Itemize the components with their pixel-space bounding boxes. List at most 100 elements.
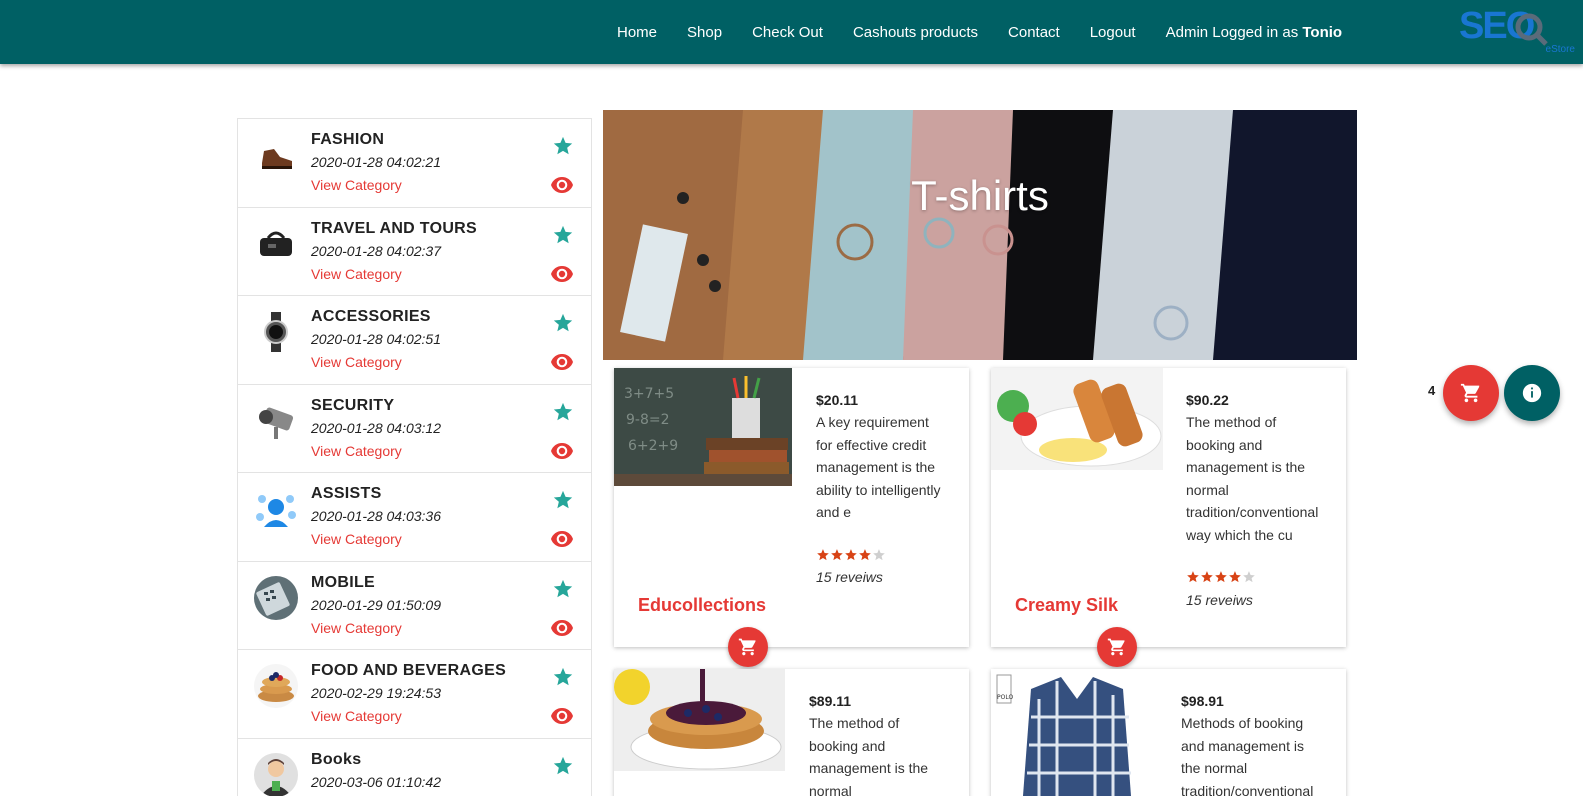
favorite-button[interactable] bbox=[552, 401, 574, 423]
view-category-link[interactable]: View Category bbox=[311, 266, 402, 282]
nav-cashouts[interactable]: Cashouts products bbox=[853, 24, 978, 41]
svg-text:6+2+9: 6+2+9 bbox=[628, 438, 678, 454]
nav-admin[interactable]: Admin Logged in as Tonio bbox=[1166, 24, 1342, 41]
category-item[interactable]: TRAVEL AND TOURS 2020-01-28 04:02:37 View … bbox=[238, 208, 591, 296]
category-date: 2020-01-28 04:03:36 bbox=[311, 508, 441, 524]
view-button[interactable] bbox=[550, 265, 574, 282]
view-category-link[interactable]: View Category bbox=[311, 531, 402, 547]
category-item[interactable]: ASSISTS 2020-01-28 04:03:36 View Category bbox=[238, 473, 591, 562]
svg-text:POLO: POLO bbox=[997, 694, 1013, 701]
category-name: FASHION bbox=[311, 131, 385, 148]
product-name[interactable]: Creamy Silk bbox=[1015, 595, 1118, 616]
product-card[interactable]: $90.22 The method of booking and managemen… bbox=[991, 368, 1346, 667]
view-button[interactable] bbox=[550, 442, 574, 459]
product-price: $98.91 bbox=[1181, 693, 1224, 709]
product-card[interactable]: $89.11 The method of booking and managemen… bbox=[614, 669, 969, 796]
product-image-books[interactable]: 3+7+5 9-8=2 6+2+9 bbox=[614, 368, 792, 486]
info-fab-button[interactable] bbox=[1504, 365, 1560, 421]
product-description: A key requirement for effective credit man… bbox=[816, 414, 941, 520]
main-nav: Home Shop Check Out Cashouts products Co… bbox=[617, 24, 1372, 41]
cart-fab-button[interactable] bbox=[1443, 365, 1499, 421]
cart-icon bbox=[1107, 638, 1125, 656]
favorite-button[interactable] bbox=[552, 224, 574, 246]
product-name[interactable]: Educollections bbox=[638, 595, 766, 616]
person-icon bbox=[254, 752, 298, 796]
favorite-button[interactable] bbox=[552, 489, 574, 511]
magnifier-icon bbox=[1515, 13, 1548, 46]
rating-star bbox=[831, 549, 843, 561]
star-icon[interactable] bbox=[552, 135, 574, 157]
star-icon[interactable] bbox=[552, 401, 574, 423]
add-to-cart-button[interactable] bbox=[1097, 627, 1137, 667]
star-icon[interactable] bbox=[552, 489, 574, 511]
tshirts-banner-image bbox=[603, 110, 1357, 360]
product-description: The method of booking and management is th… bbox=[809, 715, 929, 796]
favorite-button[interactable] bbox=[552, 578, 574, 600]
category-name: ACCESSORIES bbox=[311, 308, 431, 325]
favorite-button[interactable] bbox=[552, 135, 574, 157]
admin-prefix: Admin Logged in as bbox=[1165, 24, 1303, 41]
product-image-kebab[interactable] bbox=[991, 368, 1163, 470]
category-date: 2020-01-28 04:03:12 bbox=[311, 419, 441, 436]
nav-logout[interactable]: Logout bbox=[1090, 24, 1136, 41]
eye-icon[interactable] bbox=[550, 177, 574, 193]
view-button[interactable] bbox=[550, 531, 574, 547]
eye-icon[interactable] bbox=[550, 442, 574, 459]
admin-username: Tonio bbox=[1302, 24, 1343, 41]
nav-contact[interactable]: Contact bbox=[1008, 24, 1060, 41]
product-description: Methods of booking and management is the n… bbox=[1181, 715, 1314, 796]
category-item[interactable]: Books 2020-03-06 01:10:42 bbox=[238, 739, 591, 796]
add-to-cart-button[interactable] bbox=[728, 627, 768, 667]
view-button[interactable] bbox=[550, 177, 574, 193]
rating-stars bbox=[817, 549, 885, 561]
nav-checkout[interactable]: Check Out bbox=[752, 24, 823, 41]
star-icon[interactable] bbox=[552, 755, 574, 777]
favorite-button[interactable] bbox=[552, 312, 574, 334]
view-category-link[interactable]: View Category bbox=[311, 443, 402, 459]
star-icon[interactable] bbox=[552, 578, 574, 600]
bag-icon bbox=[254, 221, 298, 266]
star-icon[interactable] bbox=[552, 666, 574, 688]
nav-home[interactable]: Home bbox=[617, 24, 657, 41]
cart-count: 4 bbox=[1428, 383, 1436, 398]
star-icon[interactable] bbox=[552, 224, 574, 246]
category-item[interactable]: FOOD AND BEVERAGES 2020-02-29 19:24:53 Vie… bbox=[238, 650, 591, 739]
review-count: 15 reveiws bbox=[816, 569, 883, 585]
eye-icon[interactable] bbox=[550, 265, 574, 282]
rating-star bbox=[1187, 571, 1199, 583]
view-category-link[interactable]: View Category bbox=[311, 177, 402, 193]
rating-star bbox=[1243, 571, 1255, 583]
nav-shop[interactable]: Shop bbox=[687, 24, 722, 41]
category-list: FASHION 2020-01-28 04:02:21 View Category T… bbox=[237, 118, 592, 796]
view-button[interactable] bbox=[550, 619, 574, 636]
product-image-shirt[interactable]: POLO bbox=[991, 669, 1163, 796]
view-button[interactable] bbox=[550, 354, 574, 370]
category-date: 2020-02-29 19:24:53 bbox=[311, 685, 441, 701]
eye-icon[interactable] bbox=[550, 354, 574, 370]
category-name: ASSISTS bbox=[311, 485, 382, 502]
product-image-pancakes[interactable] bbox=[614, 669, 785, 771]
category-item[interactable]: MOBILE 2020-01-29 01:50:09 View Category bbox=[238, 562, 591, 650]
rating-star bbox=[1215, 571, 1227, 583]
cart-icon bbox=[1460, 383, 1480, 403]
store-logo[interactable]: SEO eStore bbox=[1459, 5, 1575, 57]
view-button[interactable] bbox=[550, 708, 574, 724]
review-count: 15 reveiws bbox=[1186, 592, 1253, 608]
support-icon bbox=[254, 487, 298, 531]
category-item[interactable]: FASHION 2020-01-28 04:02:21 View Category bbox=[238, 119, 591, 208]
product-card[interactable]: 3+7+5 9-8=2 6+2+9 $20.11 A key requireme… bbox=[614, 368, 969, 667]
favorite-button[interactable] bbox=[552, 666, 574, 688]
view-category-link[interactable]: View Category bbox=[311, 354, 402, 370]
category-name: SECURITY bbox=[311, 396, 395, 414]
eye-icon[interactable] bbox=[550, 531, 574, 547]
shoe-icon bbox=[254, 133, 298, 177]
view-category-link[interactable]: View Category bbox=[311, 708, 402, 724]
eye-icon[interactable] bbox=[550, 708, 574, 724]
eye-icon[interactable] bbox=[550, 619, 574, 636]
favorite-button[interactable] bbox=[552, 755, 574, 777]
category-item[interactable]: ACCESSORIES 2020-01-28 04:02:51 View Categ… bbox=[238, 296, 591, 385]
star-icon[interactable] bbox=[552, 312, 574, 334]
product-card[interactable]: POLO $98.91 Methods of booking and manage… bbox=[991, 669, 1346, 796]
category-item[interactable]: SECURITY 2020-01-28 04:03:12 View Category bbox=[238, 385, 591, 473]
view-category-link[interactable]: View Category bbox=[311, 620, 402, 636]
